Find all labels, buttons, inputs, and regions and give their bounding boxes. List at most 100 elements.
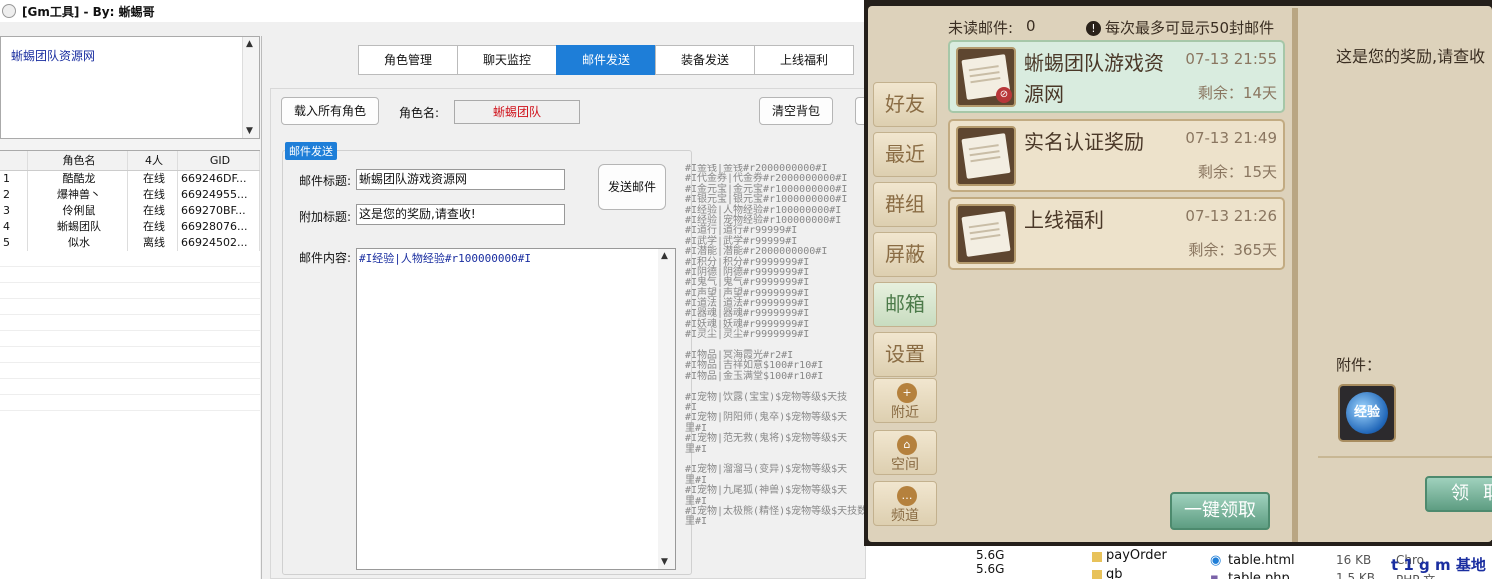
social-sidebar: 好友 最近 群组 屏蔽 邮箱 设置 + 附近 ⌂ 空间 … 频道	[868, 78, 940, 536]
mail-body-text: 这是您的奖励,请查收	[1336, 47, 1486, 66]
chat-bubble-icon: …	[897, 486, 917, 506]
col-status-header[interactable]: 4人	[128, 151, 178, 170]
row-status: 离线	[128, 235, 178, 251]
role-grid: 角色名 4人 GID 1 酷酷龙 在线 669246DF... 2 爆神兽丶 在…	[0, 150, 260, 579]
sidebar-item-friends[interactable]: 好友	[873, 82, 937, 127]
note-box[interactable]: 蜥蜴团队资源网 ▲ ▼	[0, 36, 260, 139]
mail-remaining: 剩余：365天	[1188, 241, 1277, 259]
empty-row	[0, 315, 260, 331]
code-reference-list: #I金钱|金钱#r2000000000#I #I代金券|代金券#r20000000…	[685, 164, 867, 579]
tab-bar: 角色管理 聊天监控 邮件发送 装备发送 上线福利	[358, 45, 854, 75]
table-row[interactable]: 2 爆神兽丶 在线 66924955...	[0, 187, 260, 203]
resource-link[interactable]: 蜥蜴团队资源网	[11, 47, 95, 64]
php-file-icon: ▪	[1210, 571, 1219, 579]
load-all-roles-button[interactable]: 载入所有角色	[281, 97, 379, 125]
sidebar-item-channel[interactable]: … 频道	[873, 481, 937, 526]
extra-title-input[interactable]: 这是您的奖励,请查收!	[356, 204, 565, 225]
row-role-name: 爆神兽丶	[28, 187, 128, 203]
send-mail-button[interactable]: 发送邮件	[598, 164, 666, 210]
mail-time: 07-13 21:49	[1185, 129, 1277, 147]
mail-item[interactable]: ⊘ 蜥蜴团队游戏资源网 07-13 21:55 剩余：14天	[948, 40, 1285, 113]
extra-title-label: 附加标题:	[299, 210, 352, 224]
exclamation-icon: !	[1086, 21, 1101, 36]
scroll-down-icon[interactable]: ▼	[246, 126, 253, 136]
role-name-field[interactable]: 蜥蜴团队	[454, 100, 580, 124]
row-role-name: 酷酷龙	[28, 171, 128, 187]
content-label: 邮件内容:	[299, 251, 352, 265]
mail-group-label: 邮件发送	[285, 142, 337, 160]
sidebar-item-groups[interactable]: 群组	[873, 182, 937, 227]
drive-size: 5.6G	[976, 562, 1005, 576]
file-item[interactable]: table.php	[1228, 571, 1290, 579]
mail-title-input[interactable]: 蜥蜴团队游戏资源网	[356, 169, 565, 190]
exp-item-slot[interactable]: 经验	[1338, 384, 1396, 442]
max-mail-note-text: 每次最多可显示50封邮件	[1105, 19, 1275, 37]
claim-button[interactable]: 领取	[1425, 476, 1492, 512]
code-line: #I银元宝|银元宝#r1000000000#I	[685, 194, 848, 206]
watermark: t 1 g m 基地	[1391, 556, 1486, 574]
attachment-label: 附件：	[1336, 356, 1382, 374]
sidebar-item-nearby[interactable]: + 附近	[873, 378, 937, 423]
claim-all-button[interactable]: 一键领取	[1170, 492, 1270, 530]
code-line: #I宠物|溜溜马(变异)$宠物等级$天	[685, 464, 848, 476]
table-row[interactable]: 5 似水 离线 66924502...	[0, 235, 260, 251]
note-scrollbar[interactable]: ▲ ▼	[242, 37, 259, 138]
role-name-label: 角色名:	[399, 106, 440, 120]
table-row[interactable]: 4 蜥蜴团队 在线 66928076...	[0, 219, 260, 235]
tab-chat-monitor[interactable]: 聊天监控	[457, 45, 557, 75]
mail-title-label: 邮件标题:	[299, 174, 352, 188]
clear-bag-button[interactable]: 清空背包	[759, 97, 833, 125]
mail-envelope-icon	[956, 204, 1016, 264]
sidebar-item-blocked[interactable]: 屏蔽	[873, 232, 937, 277]
sidebar-item-label: 空间	[891, 457, 919, 473]
mail-item[interactable]: 实名认证奖励 07-13 21:49 剩余：15天	[948, 119, 1285, 192]
file-item[interactable]: table.html	[1228, 553, 1295, 568]
mail-detail-panel	[1298, 12, 1492, 540]
code-line: 里#I	[685, 516, 708, 528]
col-name-header[interactable]: 角色名	[28, 151, 128, 170]
code-line: #I宠物|太极熊(精怪)$宠物等级$天技数	[685, 505, 867, 517]
sidebar-item-space[interactable]: ⌂ 空间	[873, 430, 937, 475]
empty-row	[0, 283, 260, 299]
max-mail-note: ! 每次最多可显示50封邮件	[1086, 17, 1274, 38]
title-bar: [Gm工具] - By: 蜥蜴哥	[0, 0, 866, 22]
col-index-header	[0, 151, 28, 170]
table-row[interactable]: 3 伶俐鼠 在线 669270BF...	[0, 203, 260, 219]
col-gid-header[interactable]: GID	[178, 151, 260, 170]
row-gid: 66928076...	[178, 219, 260, 235]
mail-remaining: 剩余：15天	[1197, 163, 1277, 181]
row-status: 在线	[128, 187, 178, 203]
tab-login-rewards[interactable]: 上线福利	[754, 45, 854, 75]
row-index: 4	[0, 219, 28, 235]
window-title: [Gm工具] - By: 蜥蜴哥	[22, 4, 155, 19]
sidebar-item-mailbox[interactable]: 邮箱	[873, 282, 937, 327]
empty-row	[0, 251, 260, 267]
scroll-up-icon[interactable]: ▲	[661, 251, 668, 261]
sidebar-item-settings[interactable]: 设置	[873, 332, 937, 377]
file-size: 16 KB	[1336, 553, 1372, 567]
content-scrollbar[interactable]: ▲ ▼	[658, 249, 675, 569]
mail-item[interactable]: 上线福利 07-13 21:26 剩余：365天	[948, 197, 1285, 270]
code-line: 里#I	[685, 443, 708, 455]
location-pin-icon: +	[897, 383, 917, 403]
scroll-up-icon[interactable]: ▲	[246, 39, 253, 49]
mail-time: 07-13 21:55	[1185, 50, 1277, 68]
mail-title: 上线福利	[1024, 208, 1104, 232]
folder-item[interactable]: payOrder	[1106, 548, 1167, 563]
row-index: 1	[0, 171, 28, 187]
code-line: #I宠物|饮露(宝宝)$宠物等级$天技	[685, 391, 848, 403]
sidebar-item-recent[interactable]: 最近	[873, 132, 937, 177]
mail-envelope-icon: ⊘	[956, 47, 1016, 107]
row-status: 在线	[128, 171, 178, 187]
scroll-down-icon[interactable]: ▼	[661, 557, 668, 567]
attachment-clip-icon: ⊘	[996, 87, 1012, 103]
tab-equipment-send[interactable]: 装备发送	[655, 45, 755, 75]
tab-mail-send[interactable]: 邮件发送	[556, 45, 656, 75]
exp-orb-icon: 经验	[1346, 392, 1388, 434]
empty-row	[0, 363, 260, 379]
table-row[interactable]: 1 酷酷龙 在线 669246DF...	[0, 171, 260, 187]
folder-item[interactable]: qb	[1106, 567, 1123, 579]
folder-icon	[1092, 552, 1102, 562]
mail-content-textarea[interactable]: #I经验|人物经验#r100000000#I ▲ ▼	[356, 248, 676, 570]
tab-role-management[interactable]: 角色管理	[358, 45, 458, 75]
